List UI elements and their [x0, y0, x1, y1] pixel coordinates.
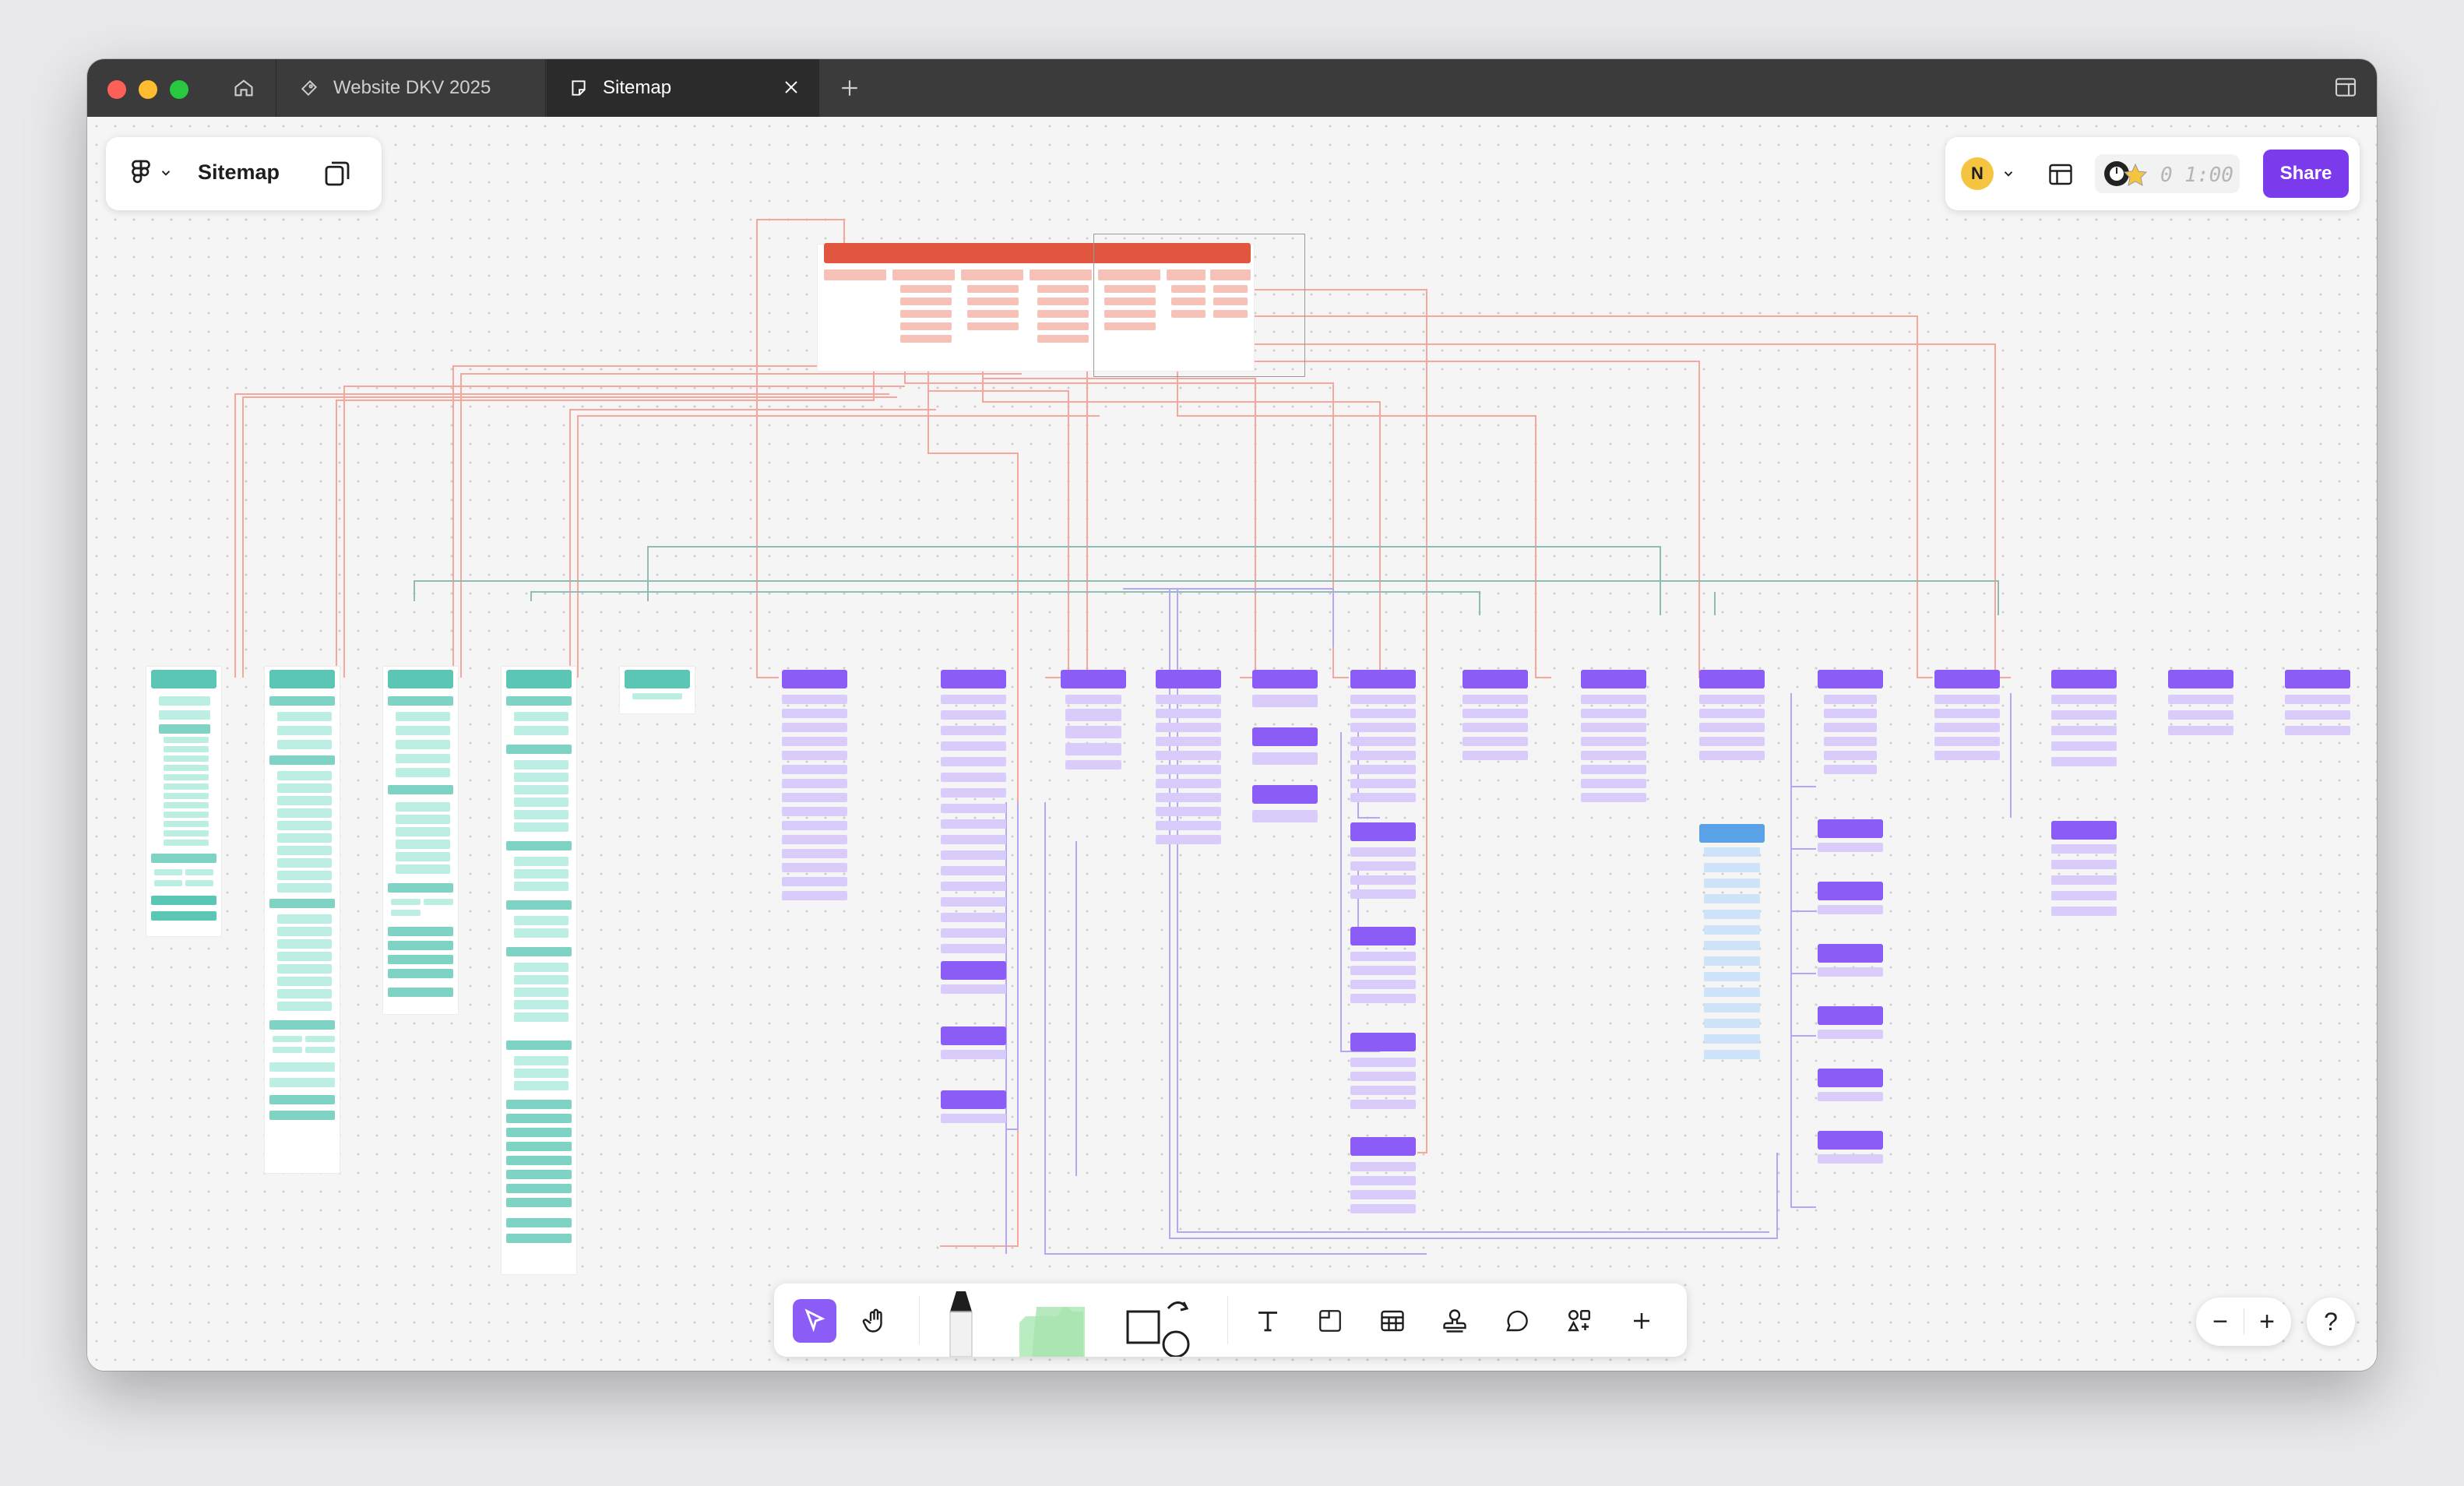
main-menu-button[interactable]: [129, 159, 173, 187]
pages-button[interactable]: [321, 157, 354, 194]
stamp-icon: [1443, 1309, 1466, 1333]
section-tool[interactable]: [1308, 1299, 1352, 1343]
section-icon: [1319, 1310, 1341, 1332]
figjam-file-icon: [568, 78, 589, 98]
bottom-toolbar: [774, 1284, 1687, 1357]
share-button[interactable]: Share: [2263, 150, 2349, 198]
figma-menu-icon: [132, 160, 150, 184]
cursor-icon: [804, 1308, 825, 1333]
chevron-down-icon: [161, 171, 171, 176]
widgets-icon: [1568, 1310, 1590, 1332]
hand-icon: [862, 1308, 882, 1333]
select-tool[interactable]: [793, 1299, 836, 1343]
more-tool[interactable]: [1620, 1299, 1663, 1343]
comment-tool[interactable]: [1495, 1299, 1539, 1343]
sidebar-toggle-button[interactable]: [2333, 75, 2358, 104]
chevron-down-icon[interactable]: [2001, 167, 2015, 181]
tab-label: Sitemap: [603, 77, 672, 98]
timer-widget[interactable]: 0 1:00: [2095, 154, 2240, 193]
zoom-window-button[interactable]: [170, 80, 188, 99]
timer-icon: [2104, 161, 2148, 186]
widgets-tool[interactable]: [1558, 1299, 1601, 1343]
app-window: Website DKV 2025 Sitemap Sitemap N 0 1:0…: [87, 59, 2377, 1371]
close-window-button[interactable]: [107, 80, 126, 99]
marker-icon: [949, 1291, 973, 1357]
table-tool[interactable]: [1371, 1299, 1414, 1343]
table-icon: [1381, 1310, 1404, 1332]
tab-sitemap[interactable]: Sitemap: [547, 59, 819, 117]
file-panel: Sitemap: [106, 137, 382, 210]
tab-label: Website DKV 2025: [333, 77, 491, 98]
comment-icon: [1506, 1310, 1528, 1332]
home-tab[interactable]: [212, 59, 276, 117]
figjam-file-icon: [299, 78, 319, 98]
stamp-tool[interactable]: [1433, 1299, 1477, 1343]
sticky-note-tool[interactable]: [1009, 1288, 1095, 1357]
new-tab-button[interactable]: [835, 73, 864, 103]
whiteboard-canvas[interactable]: [87, 117, 2377, 1371]
tab-website-dkv-2025[interactable]: Website DKV 2025: [277, 59, 546, 117]
pages-icon: [325, 161, 350, 186]
plus-icon: [842, 80, 857, 96]
zoom-in-button[interactable]: +: [2251, 1305, 2283, 1338]
zoom-out-button[interactable]: −: [2204, 1305, 2237, 1338]
sidebar-toggle-icon: [2335, 78, 2357, 97]
hand-tool[interactable]: [854, 1299, 897, 1343]
avatar[interactable]: N: [1961, 157, 1994, 190]
text-icon: [1258, 1312, 1277, 1332]
home-icon: [234, 79, 253, 97]
close-icon[interactable]: [782, 78, 801, 102]
minimize-window-button[interactable]: [139, 80, 157, 99]
layout-button[interactable]: [2047, 160, 2075, 192]
shape-icon: [1126, 1301, 1190, 1357]
layout-icon: [2049, 164, 2072, 185]
zoom-control: − +: [2196, 1298, 2291, 1346]
sticky-note-icon: [1019, 1307, 1085, 1357]
shape-tool[interactable]: [1125, 1294, 1192, 1357]
plus-icon: [1634, 1313, 1649, 1329]
collab-panel: N 0 1:00 Share: [1945, 137, 2360, 210]
selection-frame: [1093, 234, 1305, 377]
title-bar: Website DKV 2025 Sitemap: [87, 59, 2377, 117]
help-button[interactable]: ?: [2307, 1298, 2355, 1346]
text-tool[interactable]: [1246, 1299, 1290, 1343]
marker-tool[interactable]: [938, 1288, 984, 1357]
timer-value: 0 1:00: [2160, 164, 2233, 187]
file-name[interactable]: Sitemap: [198, 160, 280, 185]
